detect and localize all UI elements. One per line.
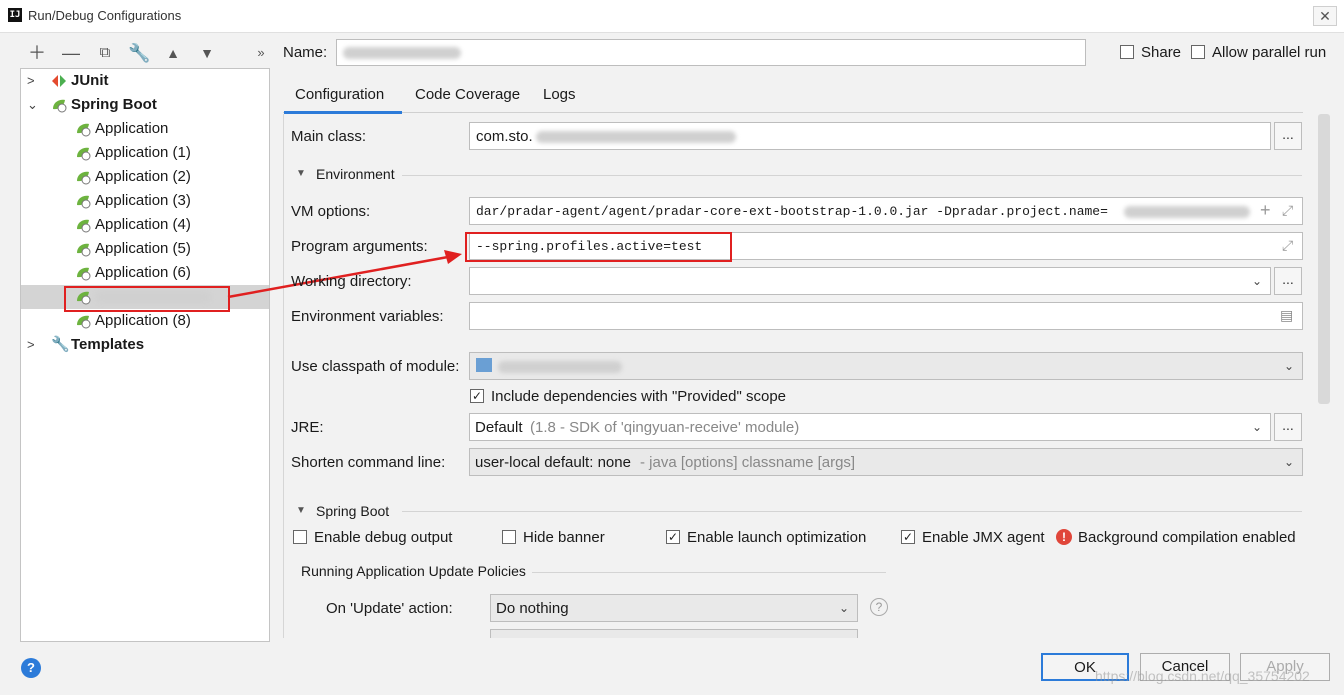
background-compilation-label: Background compilation enabled bbox=[1078, 529, 1296, 546]
jre-hint: (1.8 - SDK of 'qingyuan-receive' module) bbox=[530, 419, 800, 436]
debug-output-label: Enable debug output bbox=[314, 529, 453, 546]
watermark: https://blog.csdn.net/qq_35754202 bbox=[1095, 668, 1310, 684]
update-action-value: Do nothing bbox=[496, 600, 569, 617]
hide-banner-label: Hide banner bbox=[523, 529, 605, 546]
jmx-agent-label: Enable JMX agent bbox=[922, 529, 1045, 546]
collapse-arrow-icon[interactable]: ▼ bbox=[296, 505, 306, 516]
jre-label: JRE: bbox=[291, 419, 324, 436]
spring-boot-section-title: Spring Boot bbox=[316, 503, 390, 519]
include-dependencies-label: Include dependencies with "Provided" sco… bbox=[491, 388, 787, 405]
jmx-agent-checkbox[interactable]: ✓ bbox=[901, 530, 915, 544]
help-icon[interactable]: ? bbox=[21, 658, 41, 678]
debug-output-checkbox[interactable] bbox=[293, 530, 307, 544]
chevron-down-icon[interactable]: ⌄ bbox=[1252, 274, 1262, 288]
annotation-arrow bbox=[227, 250, 462, 299]
jre-value: Default bbox=[475, 419, 523, 436]
module-icon bbox=[476, 358, 492, 372]
environment-variables-label: Environment variables: bbox=[291, 308, 444, 325]
environment-variables-field[interactable]: ▤ bbox=[469, 302, 1303, 330]
section-divider bbox=[532, 572, 886, 573]
hide-banner-checkbox[interactable] bbox=[502, 530, 516, 544]
shorten-command-line-label: Shorten command line: bbox=[291, 454, 446, 471]
chevron-down-icon[interactable]: ⌄ bbox=[1252, 420, 1262, 434]
warning-icon: ! bbox=[1056, 529, 1072, 545]
shorten-command-line-dropdown[interactable]: user-local default: none - java [options… bbox=[469, 448, 1303, 476]
chevron-down-icon[interactable]: ⌄ bbox=[839, 601, 849, 615]
jre-dropdown[interactable]: Default (1.8 - SDK of 'qingyuan-receive'… bbox=[469, 413, 1271, 441]
classpath-module-dropdown[interactable]: ⌄ bbox=[469, 352, 1303, 380]
update-action-label: On 'Update' action: bbox=[326, 600, 453, 617]
document-icon[interactable]: ▤ bbox=[1280, 307, 1293, 324]
working-directory-field[interactable]: ⌄ bbox=[469, 267, 1271, 295]
browse-jre-button[interactable]: ... bbox=[1274, 413, 1302, 441]
shorten-hint: - java [options] classname [args] bbox=[640, 454, 856, 471]
frame-deactivation-dropdown[interactable] bbox=[490, 629, 858, 638]
help-question-icon[interactable]: ? bbox=[870, 598, 888, 616]
shorten-value: user-local default: none bbox=[475, 454, 631, 471]
update-policies-title: Running Application Update Policies bbox=[301, 563, 526, 579]
launch-optimization-label: Enable launch optimization bbox=[687, 529, 867, 546]
section-divider bbox=[402, 511, 1302, 512]
chevron-down-icon[interactable]: ⌄ bbox=[1284, 455, 1294, 469]
working-directory-label: Working directory: bbox=[291, 273, 412, 290]
launch-optimization-checkbox[interactable]: ✓ bbox=[666, 530, 680, 544]
browse-working-directory-button[interactable]: ... bbox=[1274, 267, 1302, 295]
include-dependencies-checkbox[interactable]: ✓ bbox=[470, 389, 484, 403]
chevron-down-icon[interactable]: ⌄ bbox=[1284, 359, 1294, 373]
update-action-dropdown[interactable]: Do nothing ⌄ bbox=[490, 594, 858, 622]
classpath-module-label: Use classpath of module: bbox=[291, 358, 460, 375]
